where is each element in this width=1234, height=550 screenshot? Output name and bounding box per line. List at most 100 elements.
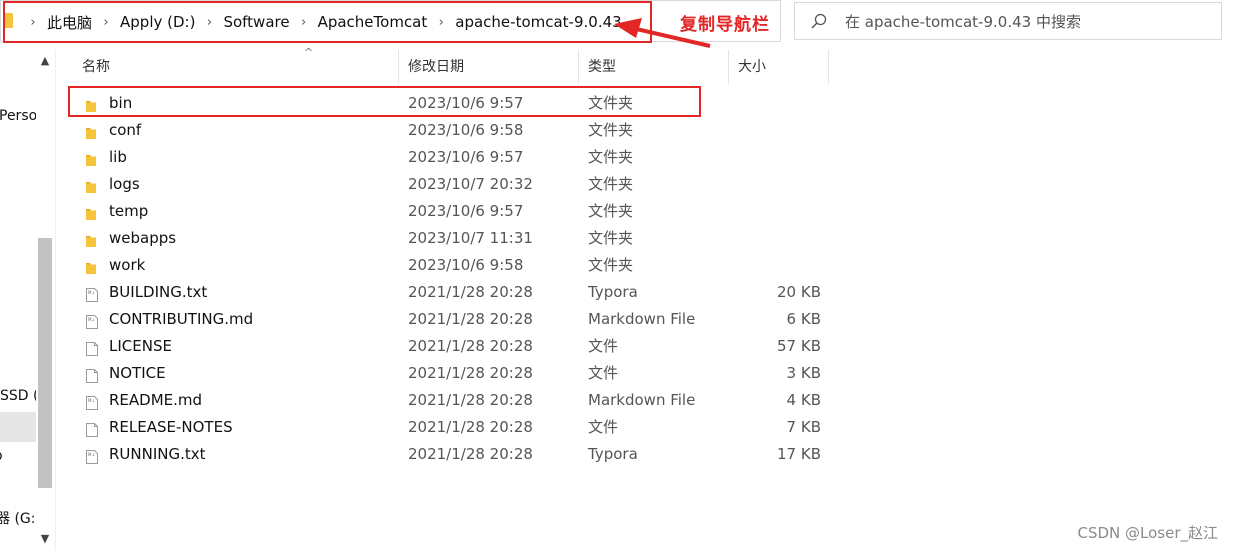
folder-icon <box>84 258 100 274</box>
file-name[interactable]: BUILDING.txt <box>109 279 207 306</box>
file-size <box>732 171 821 198</box>
column-size-header[interactable]: 大小 <box>728 50 828 84</box>
nav-item-partial[interactable]: o <box>0 448 3 464</box>
file-size: 17 KB <box>777 445 821 463</box>
file-date: 2021/1/28 20:28 <box>408 283 533 301</box>
file-size <box>732 90 821 117</box>
file-size: 7 KB <box>786 418 821 436</box>
file-size <box>732 117 821 144</box>
file-row[interactable]: M↓ RUNNING.txt 2021/1/28 20:28 Typora 17 KB <box>72 441 842 468</box>
navigation-pane: Perso SSD ( o 器 (G:) ▲ ▼ <box>0 50 56 550</box>
file-date: 2021/1/28 20:28 <box>408 310 533 328</box>
column-divider[interactable] <box>828 50 829 84</box>
file-row[interactable]: M↓ BUILDING.txt 2021/1/28 20:28 Typora 20 KB <box>72 279 842 306</box>
markdown-file-icon: M↓ <box>84 447 100 464</box>
file-date: 2021/1/28 20:28 <box>408 445 533 463</box>
nav-item-drive-g[interactable]: 器 (G:) <box>0 508 41 528</box>
column-name-header[interactable]: 名称 <box>72 50 398 84</box>
file-type: 文件夹 <box>588 148 634 166</box>
folder-icon <box>84 123 100 139</box>
file-date: 2021/1/28 20:28 <box>408 364 533 382</box>
scrollbar-thumb[interactable] <box>38 238 52 488</box>
blank-file-icon <box>84 366 100 383</box>
file-date: 2021/1/28 20:28 <box>408 337 533 355</box>
file-date: 2023/10/6 9:57 <box>408 202 524 220</box>
file-size: 4 KB <box>786 391 821 409</box>
file-name[interactable]: webapps <box>109 225 176 252</box>
watermark: CSDN @Loser_赵江 <box>1077 524 1218 542</box>
file-name[interactable]: work <box>109 252 145 279</box>
file-type: Typora <box>588 445 638 463</box>
file-name[interactable]: NOTICE <box>109 360 166 387</box>
scroll-down-icon[interactable]: ▼ <box>36 530 54 548</box>
file-date: 2023/10/6 9:58 <box>408 256 524 274</box>
folder-icon <box>84 150 100 166</box>
folder-icon <box>84 204 100 220</box>
folder-icon <box>84 177 100 193</box>
file-name[interactable]: conf <box>109 117 141 144</box>
file-name[interactable]: README.md <box>109 387 202 414</box>
file-type: Typora <box>588 283 638 301</box>
file-name[interactable]: lib <box>109 144 127 171</box>
bin-row-highlight-box <box>68 86 701 117</box>
file-row[interactable]: LICENSE 2021/1/28 20:28 文件 57 KB <box>72 333 842 360</box>
file-date: 2023/10/6 9:58 <box>408 121 524 139</box>
file-size: 57 KB <box>777 337 821 355</box>
file-type: 文件 <box>588 364 619 382</box>
file-name[interactable]: LICENSE <box>109 333 172 360</box>
blank-file-icon <box>84 339 100 356</box>
file-type: 文件夹 <box>588 229 634 247</box>
file-size <box>732 225 821 252</box>
nav-item-personal[interactable]: Perso <box>0 108 37 124</box>
file-size: 6 KB <box>786 310 821 328</box>
search-box[interactable] <box>794 2 1222 40</box>
file-date: 2023/10/7 11:31 <box>408 229 533 247</box>
file-size: 20 KB <box>777 283 821 301</box>
file-type: 文件夹 <box>588 175 634 193</box>
folder-icon <box>84 231 100 247</box>
file-name[interactable]: RELEASE-NOTES <box>109 414 233 441</box>
file-row[interactable]: webapps 2023/10/7 11:31 文件夹 <box>72 225 842 252</box>
nav-item-ssd[interactable]: SSD ( <box>0 388 38 404</box>
svg-text:M↓: M↓ <box>88 398 95 403</box>
file-name[interactable]: RUNNING.txt <box>109 441 206 468</box>
column-type-header[interactable]: 类型 <box>578 50 728 84</box>
file-date: 2021/1/28 20:28 <box>408 391 533 409</box>
file-row[interactable]: M↓ README.md 2021/1/28 20:28 Markdown File 4… <box>72 387 842 414</box>
file-date: 2021/1/28 20:28 <box>408 418 533 436</box>
file-row[interactable]: temp 2023/10/6 9:57 文件夹 <box>72 198 842 225</box>
file-name[interactable]: temp <box>109 198 148 225</box>
file-type: 文件 <box>588 337 619 355</box>
svg-text:M↓: M↓ <box>88 452 95 457</box>
file-row[interactable]: conf 2023/10/6 9:58 文件夹 <box>72 117 842 144</box>
breadcrumb-highlight-box <box>3 1 652 43</box>
markdown-file-icon: M↓ <box>84 393 100 410</box>
markdown-file-icon: M↓ <box>84 312 100 329</box>
file-type: Markdown File <box>588 391 696 409</box>
file-row[interactable]: NOTICE 2021/1/28 20:28 文件 3 KB <box>72 360 842 387</box>
scroll-up-icon[interactable]: ▲ <box>36 52 54 70</box>
svg-text:M↓: M↓ <box>88 290 95 295</box>
file-row[interactable]: lib 2023/10/6 9:57 文件夹 <box>72 144 842 171</box>
nav-selected-item[interactable] <box>0 412 36 442</box>
file-size <box>732 198 821 225</box>
search-icon <box>811 13 827 29</box>
column-date-header[interactable]: 修改日期 <box>398 50 578 84</box>
file-row[interactable]: work 2023/10/6 9:58 文件夹 <box>72 252 842 279</box>
file-type: 文件夹 <box>588 121 634 139</box>
file-row[interactable]: M↓ CONTRIBUTING.md 2021/1/28 20:28 Markdown… <box>72 306 842 333</box>
annotation-label: 复制导航栏 <box>680 15 770 35</box>
file-size: 3 KB <box>786 364 821 382</box>
svg-text:M↓: M↓ <box>88 317 95 322</box>
file-size <box>732 144 821 171</box>
file-name[interactable]: CONTRIBUTING.md <box>109 306 253 333</box>
file-size <box>732 252 821 279</box>
search-input[interactable] <box>845 11 1205 33</box>
file-type: 文件夹 <box>588 202 634 220</box>
file-list: bin 2023/10/6 9:57 文件夹 conf 2023/10/6 9:58 文件… <box>72 90 842 468</box>
file-row[interactable]: logs 2023/10/7 20:32 文件夹 <box>72 171 842 198</box>
file-date: 2023/10/6 9:57 <box>408 148 524 166</box>
file-name[interactable]: logs <box>109 171 140 198</box>
blank-file-icon <box>84 420 100 437</box>
file-row[interactable]: RELEASE-NOTES 2021/1/28 20:28 文件 7 KB <box>72 414 842 441</box>
